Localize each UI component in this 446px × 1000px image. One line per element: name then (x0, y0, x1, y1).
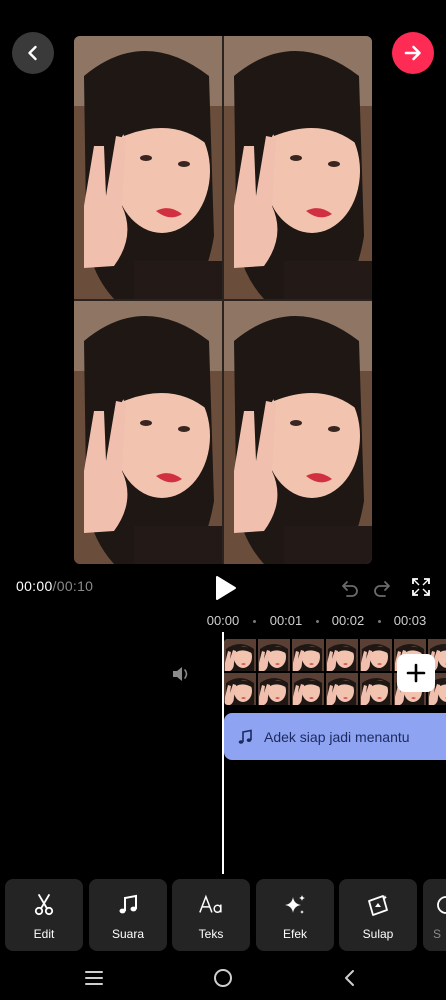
tool-label: Sulap (362, 927, 394, 941)
tool-sound[interactable]: Suara (89, 879, 167, 951)
time-display: 00:00/00:10 (16, 578, 93, 594)
sparkle-icon (282, 892, 308, 918)
more-tool-icon (433, 892, 446, 918)
redo-icon[interactable] (372, 578, 394, 598)
clip-thumbnail (360, 639, 392, 671)
tool-label: S (433, 927, 442, 941)
text-aa-icon (198, 892, 224, 918)
undo-icon[interactable] (338, 578, 360, 598)
clip-thumbnail (224, 673, 256, 705)
preview-tile (224, 301, 372, 564)
ruler-tick: 00:00 (206, 613, 240, 628)
clip-thumbnail (258, 639, 290, 671)
tool-edit[interactable]: Edit (5, 879, 83, 951)
clip-thumbnail (326, 639, 358, 671)
fullscreen-icon[interactable] (410, 576, 432, 598)
preview-tile (74, 36, 222, 299)
nav-back-icon[interactable] (338, 966, 362, 990)
plus-icon (406, 663, 426, 683)
ruler-dot (378, 620, 381, 623)
total-time: /00:10 (52, 578, 94, 594)
next-button[interactable] (392, 32, 434, 74)
tool-label: Efek (282, 927, 307, 941)
tool-label: Teks (198, 927, 224, 941)
tool-partial[interactable]: S (423, 879, 446, 951)
tool-effects[interactable]: Efek (256, 879, 334, 951)
clip-thumbnail (258, 673, 290, 705)
tool-magic[interactable]: Sulap (339, 879, 417, 951)
back-button[interactable] (12, 32, 54, 74)
tool-label: Edit (33, 927, 55, 941)
current-time: 00:00 (16, 578, 53, 594)
recent-apps-icon[interactable] (82, 966, 106, 990)
ruler-tick: 00:03 (393, 613, 427, 628)
ruler-dot (253, 620, 256, 623)
arrow-right-icon (404, 45, 421, 61)
volume-icon[interactable] (170, 663, 192, 685)
playhead[interactable] (222, 632, 224, 874)
tool-label: Suara (111, 927, 145, 941)
home-icon[interactable] (211, 966, 235, 990)
add-clip-button[interactable] (397, 654, 435, 692)
clip-thumbnail (292, 673, 324, 705)
clip-thumbnail (224, 639, 256, 671)
chevron-left-icon (28, 45, 37, 61)
clip-thumbnail (292, 639, 324, 671)
clip-thumbnail (326, 673, 358, 705)
magic-icon (365, 892, 391, 918)
preview-tile (224, 36, 372, 299)
audio-track[interactable]: Adek siap jadi menantu (224, 713, 446, 760)
ruler-dot (316, 620, 319, 623)
tool-text[interactable]: Teks (172, 879, 250, 951)
preview-tile (74, 301, 222, 564)
ruler-tick: 00:01 (269, 613, 303, 628)
music-note-icon (238, 729, 252, 744)
clip-thumbnail (360, 673, 392, 705)
ruler-tick: 00:02 (331, 613, 365, 628)
audio-track-title: Adek siap jadi menantu (264, 728, 410, 745)
scissors-icon (31, 892, 57, 918)
video-preview[interactable] (74, 36, 372, 564)
music-note-icon (115, 892, 141, 918)
play-icon[interactable] (212, 574, 238, 602)
